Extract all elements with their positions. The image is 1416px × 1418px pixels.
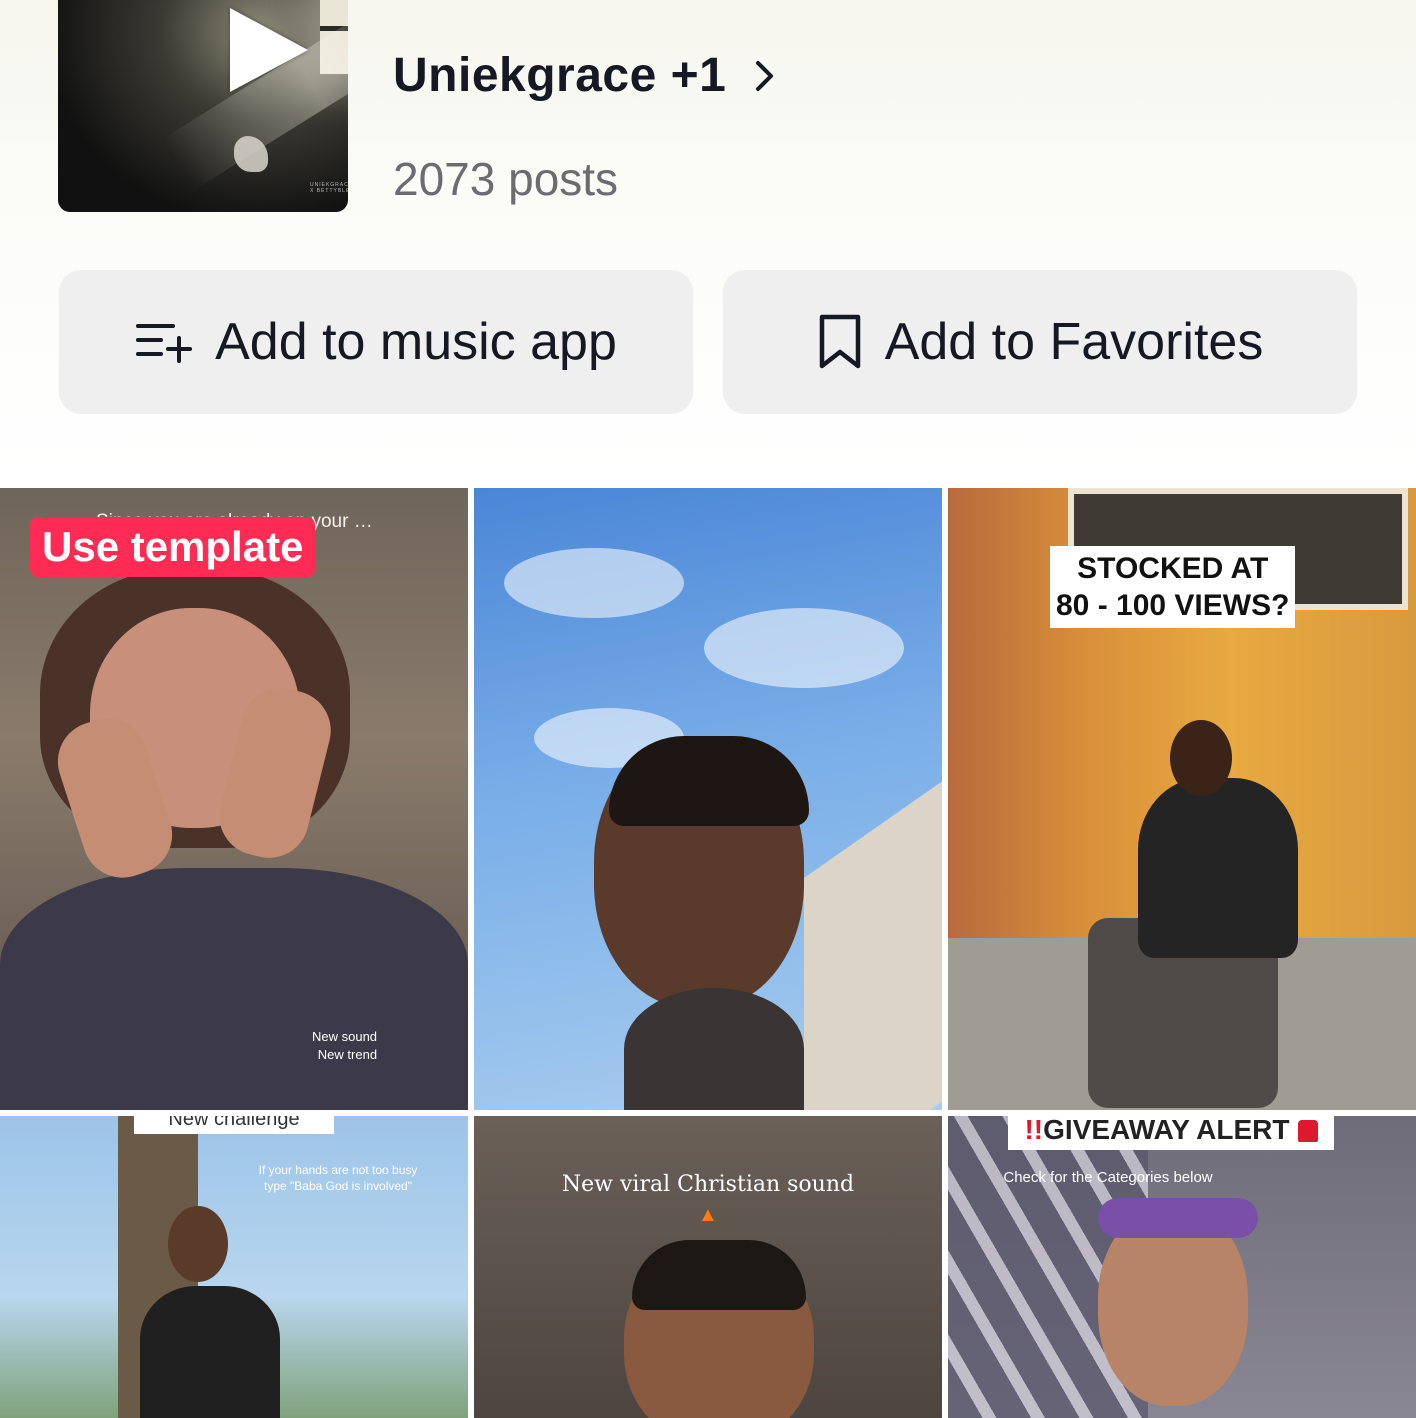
artist-link[interactable]: Uniekgrace +1 <box>393 48 776 103</box>
add-to-favorites-label: Add to Favorites <box>884 313 1264 371</box>
play-icon[interactable] <box>230 8 308 92</box>
video-caption-overlay: If your hands are not too busy type "Bab… <box>258 1163 418 1193</box>
video-sub-caption: Check for the Categories below <box>1003 1169 1213 1186</box>
video-caption-overlay: STOCKED AT 80 - 100 VIEWS? <box>1050 546 1296 628</box>
thumbnail-headband <box>1098 1198 1258 1238</box>
video-thumbnail-4[interactable]: New challenge If your hands are not too … <box>0 1116 468 1418</box>
siren-icon <box>1297 1120 1318 1142</box>
add-to-music-app-label: Add to music app <box>215 313 617 371</box>
cloud-decor <box>704 608 904 688</box>
video-thumbnail-1[interactable]: Since you are already on your … type God… <box>0 488 468 1110</box>
video-top-banner: New challenge <box>134 1116 334 1134</box>
add-to-music-app-button[interactable]: Add to music app <box>59 270 693 414</box>
video-thumbnail-2[interactable] <box>474 488 942 1110</box>
thumbnail-person <box>1138 778 1298 958</box>
bookmark-icon <box>819 314 860 369</box>
video-caption-overlay: New viral Christian sound <box>561 1172 855 1197</box>
double-exclamation-icon: !! <box>1024 1116 1044 1145</box>
thumbnail-face <box>1170 720 1232 796</box>
posts-count: 2073 posts <box>393 153 619 205</box>
add-to-favorites-button[interactable]: Add to Favorites <box>723 270 1357 414</box>
video-thumbnail-6[interactable]: !!GIVEAWAY ALERT Check for the Categorie… <box>948 1116 1416 1418</box>
cover-small-text: UNIEKGRACE X BETTYBLE <box>310 182 348 194</box>
thumbnail-shirt <box>624 988 804 1110</box>
video-caption-overlay: !!GIVEAWAY ALERT <box>1008 1116 1334 1150</box>
fire-icon: ▲ <box>698 1204 718 1226</box>
video-thumbnail-5[interactable]: New viral Christian sound ▲ <box>474 1116 942 1418</box>
thumbnail-hair <box>609 736 809 826</box>
video-corner-text: New sound New trend <box>312 1029 378 1062</box>
sound-cover-art[interactable]: UNIEKGRACE X BETTYBLE <box>58 0 348 212</box>
cloud-decor <box>504 548 684 618</box>
chevron-right-icon <box>756 60 774 91</box>
thumbnail-roof <box>804 737 942 1110</box>
video-grid: Since you are already on your … type God… <box>0 488 1416 1418</box>
thumbnail-face <box>168 1206 228 1282</box>
thumbnail-person <box>140 1286 280 1418</box>
playlist-add-icon <box>136 324 193 363</box>
thumbnail-shirt <box>0 868 468 1110</box>
video-thumbnail-3[interactable]: STOCKED AT 80 - 100 VIEWS? <box>948 488 1416 1110</box>
use-template-badge[interactable]: Use template <box>30 517 316 577</box>
thumbnail-hair <box>632 1240 806 1310</box>
artist-name: Uniekgrace +1 <box>393 49 727 102</box>
